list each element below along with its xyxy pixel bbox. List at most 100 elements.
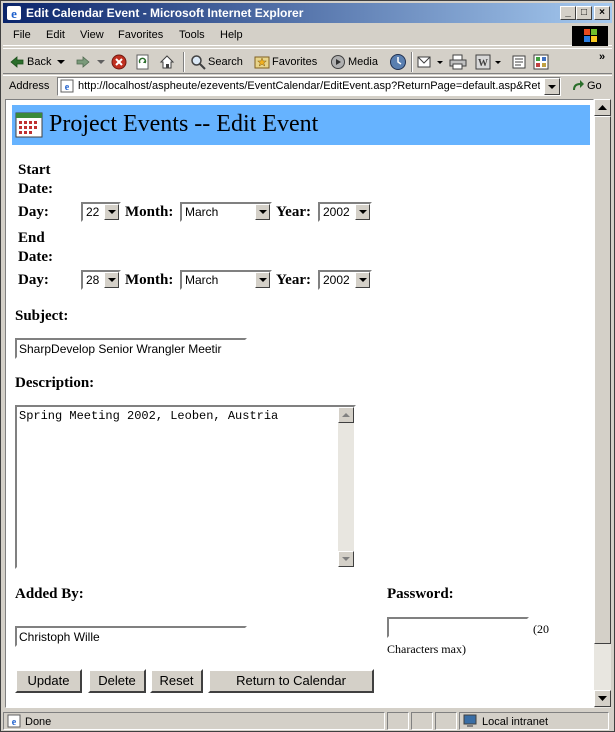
print-button[interactable] (449, 53, 467, 71)
chevron-down-icon (598, 696, 607, 701)
chevron-down-icon[interactable] (437, 60, 443, 65)
search-button[interactable]: Search (190, 53, 243, 71)
search-icon (191, 55, 206, 70)
chevron-down-icon[interactable] (495, 60, 501, 65)
mail-button[interactable] (417, 53, 443, 71)
refresh-button[interactable] (135, 53, 151, 71)
toolbar-separator (183, 52, 185, 72)
ie-logo-icon: e (7, 6, 21, 21)
ie-page-icon: e (60, 79, 74, 93)
reset-button[interactable]: Reset (150, 669, 203, 693)
history-button[interactable] (389, 53, 407, 71)
start-day-value: 22 (86, 205, 100, 219)
menu-view[interactable]: View (80, 29, 104, 41)
menu-help[interactable]: Help (220, 29, 243, 41)
discuss-button[interactable] (511, 53, 527, 71)
title-bar: e Edit Calendar Event - Microsoft Intern… (3, 3, 612, 23)
end-day-select[interactable]: 28 (81, 270, 121, 290)
home-icon (159, 55, 175, 69)
added-by-value: Christoph Wille (19, 630, 100, 644)
update-button[interactable]: Update (15, 669, 82, 693)
toolbar-overflow-chevron[interactable]: » (599, 51, 605, 63)
end-month-value: March (185, 273, 219, 287)
scroll-down-button[interactable] (594, 690, 611, 707)
status-panel (435, 712, 457, 730)
home-button[interactable] (159, 53, 175, 71)
scroll-up-button[interactable] (338, 407, 354, 423)
menu-favorites[interactable]: Favorites (118, 29, 163, 41)
messenger-button[interactable] (533, 53, 549, 71)
menu-bar: File Edit View Favorites Tools Help (3, 25, 612, 46)
password-label: Password: (387, 586, 454, 602)
start-month-value: March (185, 205, 219, 219)
page-title: Project Events -- Edit Event (49, 111, 319, 137)
menu-tools[interactable]: Tools (179, 29, 205, 41)
start-year-select[interactable]: 2002 (318, 202, 372, 222)
chevron-down-icon (548, 85, 556, 89)
chevron-down-icon (104, 204, 119, 220)
minimize-button[interactable]: _ (560, 6, 576, 20)
address-input[interactable]: e http://localhost/aspheute/ezevents/Eve… (57, 77, 561, 96)
calendar-icon (15, 112, 43, 138)
status-main-panel: e Done (3, 712, 385, 730)
edit-word-button[interactable]: W (475, 53, 501, 71)
start-year-value: 2002 (323, 205, 350, 219)
media-icon (331, 55, 345, 69)
password-hint-line1: (20 (533, 622, 549, 636)
password-input[interactable] (387, 617, 529, 638)
window-title: Edit Calendar Event - Microsoft Internet… (26, 6, 304, 20)
chevron-down-icon (255, 204, 270, 220)
intranet-computer-icon (463, 714, 477, 727)
close-button[interactable]: × (594, 6, 610, 20)
forward-arrow-icon (76, 56, 90, 68)
windows-logo-icon (572, 26, 608, 46)
status-bar: e Done Local intranet (3, 711, 612, 731)
word-edit-icon: W (475, 54, 491, 70)
start-day-label: Day: (18, 204, 49, 220)
chevron-down-icon (255, 272, 270, 288)
go-label: Go (587, 80, 602, 92)
menu-edit[interactable]: Edit (46, 29, 65, 41)
address-label: Address (9, 80, 50, 92)
chevron-up-icon (598, 105, 607, 110)
end-date-label-line2: Date: (18, 249, 53, 265)
maximize-button[interactable]: □ (576, 6, 592, 20)
start-year-label: Year: (276, 204, 311, 220)
subject-input[interactable]: SharpDevelop Senior Wrangler Meetir (15, 338, 247, 359)
stop-button[interactable] (111, 53, 127, 71)
back-button[interactable]: Back (9, 53, 66, 71)
status-zone-panel: Local intranet (459, 712, 609, 730)
description-textarea[interactable]: Spring Meeting 2002, Leoben, Austria (15, 405, 356, 569)
media-button[interactable]: Media (330, 53, 378, 71)
chevron-up-icon (342, 413, 350, 417)
chevron-down-icon[interactable] (97, 59, 105, 65)
favorites-button[interactable]: Favorites (254, 53, 317, 71)
end-year-select[interactable]: 2002 (318, 270, 372, 290)
added-by-input[interactable]: Christoph Wille (15, 626, 247, 647)
address-bar: Address e http://localhost/aspheute/ezev… (3, 75, 612, 97)
go-arrow-icon (573, 80, 584, 90)
standard-toolbar: Back Search Favorites Media W » (3, 48, 612, 74)
page-scrollbar[interactable] (594, 99, 611, 708)
address-dropdown-button[interactable] (544, 78, 560, 95)
svg-text:e: e (11, 6, 17, 21)
svg-text:W: W (478, 58, 488, 69)
description-scrollbar[interactable] (338, 407, 354, 567)
scrollbar-thumb[interactable] (594, 116, 611, 644)
start-day-select[interactable]: 22 (81, 202, 121, 222)
return-to-calendar-button[interactable]: Return to Calendar (208, 669, 374, 693)
menu-file[interactable]: File (13, 29, 31, 41)
go-button[interactable]: Go (571, 79, 602, 93)
scroll-up-button[interactable] (594, 99, 611, 116)
printer-icon (449, 54, 467, 70)
status-panel (387, 712, 409, 730)
end-day-value: 28 (86, 273, 100, 287)
chevron-down-icon[interactable] (57, 59, 66, 65)
start-month-select[interactable]: March (180, 202, 272, 222)
toolbar-separator (411, 52, 413, 72)
forward-button[interactable] (75, 53, 105, 71)
scroll-down-button[interactable] (338, 551, 354, 567)
end-month-select[interactable]: March (180, 270, 272, 290)
delete-button[interactable]: Delete (88, 669, 146, 693)
chevron-down-icon (104, 272, 119, 288)
